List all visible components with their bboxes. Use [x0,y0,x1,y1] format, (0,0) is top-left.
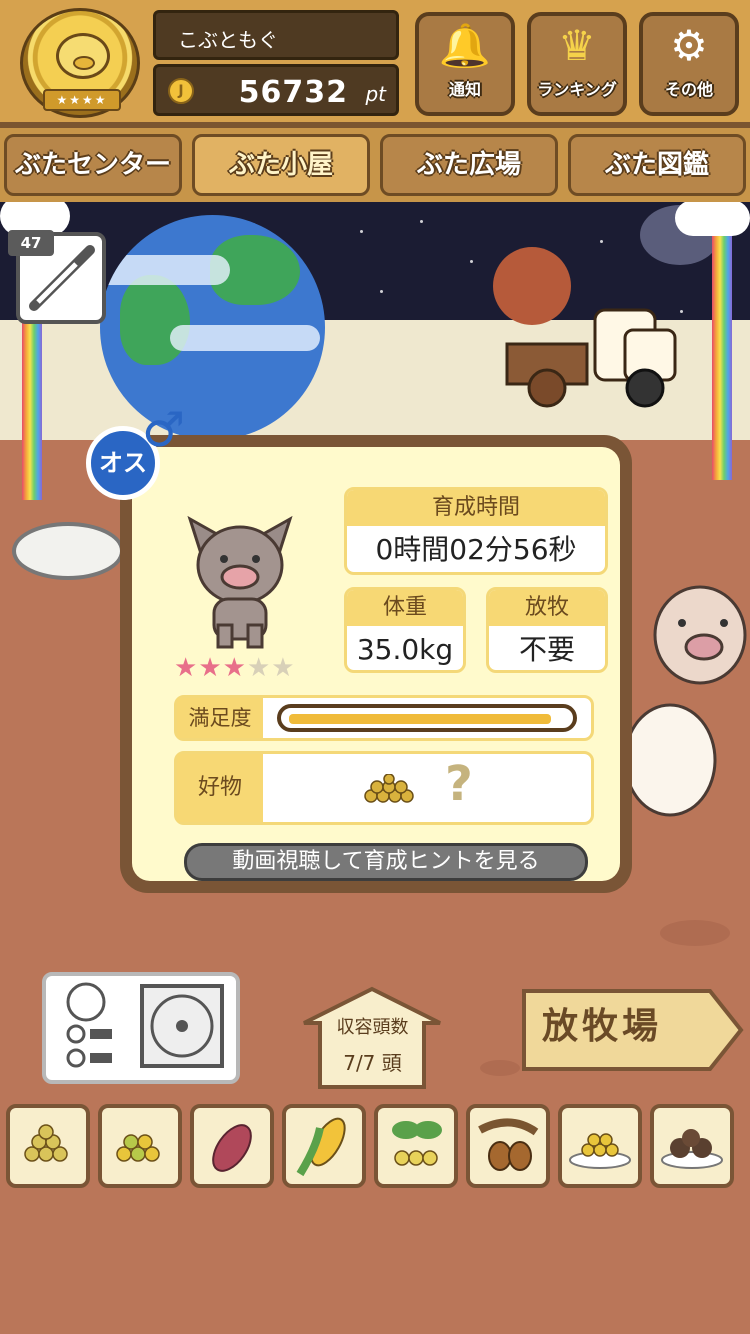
rating-star: ★ [246,653,272,683]
food-slot-meatball-plate[interactable] [650,1104,734,1188]
grazing-box: 放牧 不要 [486,587,608,673]
rank-stars: ★★★★ [43,89,121,111]
satisfaction-fill [289,714,551,724]
star-rating: ★★★★★ [174,653,296,683]
satisfaction-label: 満足度 [177,698,263,738]
fan-icon [66,982,224,1068]
food-slot-mixed-grain[interactable] [98,1104,182,1188]
weight-value: 35.0kg [356,633,454,666]
soybeans-icon [364,774,414,803]
food-slot-beans-sprout[interactable] [374,1104,458,1188]
medicine-count: 47 [8,230,54,256]
rating-star: ★ [198,653,223,683]
corn-icon [296,1117,346,1177]
grazing-value: 不要 [518,633,575,666]
rating-star: ★ [174,653,199,683]
weight-label: 体重 [347,590,463,626]
tab-buta-encyclopedia[interactable]: ぶた図鑑 [568,134,746,196]
rearing-time-label: 育成時間 [347,490,605,526]
popup-content: ★★★★★ 育成時間 0時間02分56秒 体重 35.0kg 放牧 不要 満足度… [132,447,620,881]
food-slot-corn[interactable] [282,1104,366,1188]
notify-button[interactable]: 🔔 通知 [415,12,515,116]
notify-label: 通知 [448,80,481,99]
pig-face-icon [56,33,110,79]
other-button[interactable]: ⚙ その他 [639,12,739,116]
watch-video-hint-button[interactable]: 動画視聴して育成ヒントを見る [184,843,588,881]
pasture-sign[interactable]: 放牧場 [520,985,745,1075]
rating-star: ★ [222,653,247,683]
player-rank-medal[interactable]: ★★★★ [20,8,140,118]
earth-planet [100,215,325,440]
soybeans-icon [24,1124,68,1162]
food-slot-sweet-potato[interactable] [190,1104,274,1188]
rearing-time-value: 0時間02分56秒 [375,533,577,566]
food-slot-soybeans[interactable] [6,1104,90,1188]
gender-badge: オス ♂ [86,402,190,502]
favorite-food-row: 好物 ? [174,751,594,825]
tab-buta-center[interactable]: ぶたセンター [4,134,182,196]
cloud-decoration-right [675,200,750,236]
sweet-potato-icon [212,1124,252,1172]
ranking-button[interactable]: ♛ ランキング [527,12,627,116]
capacity-label: 収容頭数 [336,1017,409,1038]
other-label: その他 [664,80,713,99]
tab-bar: ぶたセンター ぶた小屋 ぶた広場 ぶた図鑑 [0,128,750,202]
grazing-label: 放牧 [489,590,605,626]
unknown-favorite: ? [445,756,473,812]
tab-buta-hut[interactable]: ぶた小屋 [192,134,370,196]
truck-decoration [505,308,677,408]
food-selection-bar [0,1100,750,1188]
gear-icon: ⚙ [670,21,708,70]
beans-sprout-icon [392,1121,442,1166]
roaming-pig-white[interactable] [620,700,720,820]
pasture-label: 放牧場 [542,1006,663,1047]
points-value: 56732 [238,75,348,110]
coin-icon: J [168,78,194,104]
acorn-icon [478,1118,539,1171]
points-plate: J 56732 pt [153,64,399,116]
capacity-value: 7/7 頭 [343,1051,402,1075]
capacity-sign: 収容頭数 7/7 頭 [300,985,445,1090]
food-slot-grain-plate[interactable] [558,1104,642,1188]
roaming-pig[interactable] [640,565,750,685]
tab-buta-plaza[interactable]: ぶた広場 [380,134,558,196]
food-slot-acorn[interactable] [466,1104,550,1188]
pig-portrait [187,515,293,649]
points-unit: pt [365,82,386,106]
ventilation-fan-panel[interactable] [42,972,240,1084]
feeding-bowl[interactable] [12,522,124,580]
left-rainbow-post [22,300,42,500]
satisfaction-row: 満足度 [174,695,594,741]
player-name-plate: こぶともぐ [153,10,399,60]
crown-icon: ♛ [558,21,596,70]
right-rainbow-post [712,230,732,480]
player-name: こぶともぐ [178,28,278,52]
pig-status-popup: ★★★★★ 育成時間 0時間02分56秒 体重 35.0kg 放牧 不要 満足度… [120,435,632,893]
rearing-time-box: 育成時間 0時間02分56秒 [344,487,608,575]
bell-icon: 🔔 [438,21,492,70]
favorite-label: 好物 [177,754,263,822]
rating-star: ★ [271,653,296,683]
weight-box: 体重 35.0kg [344,587,466,673]
meatball-plate-icon [661,1129,723,1169]
grain-plate-icon [569,1133,631,1169]
mixed-grain-icon [116,1134,160,1162]
ranking-label: ランキング [537,80,617,99]
satisfaction-bar [277,704,577,732]
male-symbol-icon: ♂ [142,402,186,458]
